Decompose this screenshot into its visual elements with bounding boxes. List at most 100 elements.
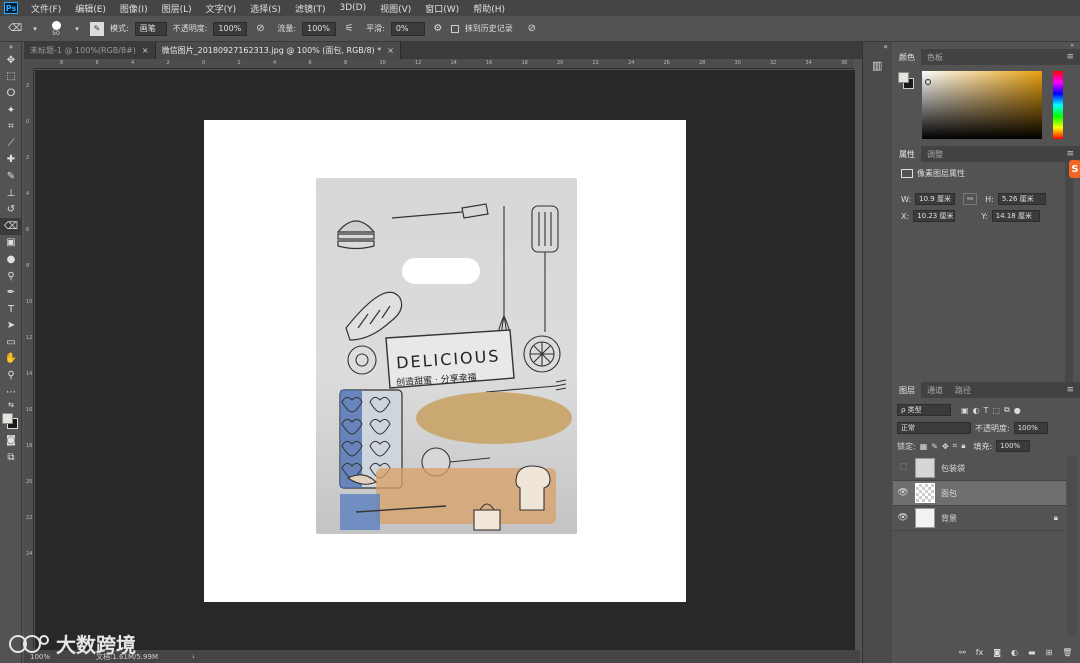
delete-layer-icon[interactable]: 🗑︎ (1062, 648, 1072, 657)
opacity-input[interactable]: 100% (213, 21, 248, 36)
link-layers-icon[interactable]: ⚯ (959, 648, 966, 657)
tab-color[interactable]: 颜色 (893, 49, 921, 65)
crop-tool-icon[interactable]: ⌗ (0, 118, 22, 135)
pressure-opacity-icon[interactable]: ⊘ (253, 22, 267, 36)
mode-select[interactable]: 画笔 (134, 21, 167, 36)
quick-mask-icon[interactable]: ◙ (0, 432, 22, 449)
gradient-tool-icon[interactable]: ▣ (0, 235, 22, 252)
smooth-input[interactable]: 0% (390, 21, 425, 36)
layer-name[interactable]: 背景 (941, 513, 957, 524)
lock-artboard-icon[interactable]: ⌗ (953, 441, 958, 451)
swap-colors-icon[interactable]: ⇆ (0, 400, 22, 410)
more-tools-icon[interactable]: ⋯ (0, 384, 22, 401)
move-tool-icon[interactable]: ✥ (0, 52, 22, 69)
layer-row-packaging[interactable]: 包装袋 (893, 456, 1066, 481)
lock-all-icon[interactable]: 🔒︎ (961, 441, 965, 451)
adjustment-layer-icon[interactable]: ◐ (1011, 648, 1018, 657)
close-icon[interactable]: × (142, 46, 149, 55)
lock-position-icon[interactable]: ✥ (942, 442, 949, 451)
foreground-color-swatch[interactable] (2, 413, 13, 425)
settings-gear-icon[interactable]: ⚙ (431, 22, 445, 36)
color-field[interactable] (922, 71, 1042, 139)
eyedropper-tool-icon[interactable]: ⟋ (0, 135, 22, 152)
tab-paths[interactable]: 路径 (949, 382, 977, 398)
marquee-tool-icon[interactable]: ⬚ (0, 69, 22, 86)
pen-tool-icon[interactable]: ✒ (0, 284, 22, 301)
libraries-icon[interactable]: ▥ (872, 59, 884, 73)
type-tool-icon[interactable]: T (0, 301, 22, 318)
clone-stamp-tool-icon[interactable]: ⊥ (0, 185, 22, 202)
layer-row-bread[interactable]: 👁︎ 面包 (893, 481, 1066, 506)
magic-wand-tool-icon[interactable]: ✦ (0, 102, 22, 119)
fx-icon[interactable]: fx (976, 648, 984, 657)
blend-mode-select[interactable]: 正常 (897, 422, 971, 434)
tab-properties[interactable]: 属性 (893, 146, 921, 162)
healing-brush-tool-icon[interactable]: ✚ (0, 152, 22, 169)
filter-smart-object-icon[interactable]: ⧉ (1004, 405, 1010, 415)
history-brush-tool-icon[interactable]: ↺ (0, 201, 22, 218)
menu-filter[interactable]: 滤镜(T) (288, 2, 333, 15)
panel-menu-icon[interactable]: ≡ (1066, 385, 1074, 395)
zoom-tool-icon[interactable]: ⚲ (0, 367, 22, 384)
hand-tool-icon[interactable]: ✋ (0, 351, 22, 368)
collapse-arrows-icon[interactable]: » (0, 42, 22, 52)
panel-color-swatches[interactable] (898, 72, 916, 92)
airbrush-icon[interactable]: ⚟ (342, 22, 356, 36)
properties-scrollbar[interactable] (1065, 162, 1073, 382)
lock-pixels-icon[interactable]: ✎ (931, 442, 938, 451)
path-selection-tool-icon[interactable]: ➤ (0, 318, 22, 335)
tab-adjustments[interactable]: 调整 (921, 146, 949, 162)
panel-menu-icon[interactable]: ≡ (1066, 52, 1074, 62)
filter-adjustment-icon[interactable]: ◐ (973, 406, 980, 415)
layer-opacity-field[interactable]: 100% (1013, 422, 1048, 434)
menu-layer[interactable]: 图层(L) (155, 2, 199, 15)
foreground-color-swatch[interactable] (898, 72, 909, 83)
layer-filter-select[interactable]: ρ 类型 (897, 404, 951, 416)
pressure-size-icon[interactable]: ⊘ (525, 22, 539, 36)
eye-icon[interactable]: 👁︎ (893, 488, 913, 498)
sogou-input-icon[interactable]: S (1069, 160, 1080, 178)
eye-icon[interactable]: 👁︎ (893, 513, 913, 523)
tab-wechat-image[interactable]: 微信图片_20180927162313.jpg @ 100% (面包, RGB/… (155, 42, 401, 59)
fill-field[interactable]: 100% (996, 440, 1031, 452)
y-field[interactable]: 14.18 厘米 (991, 210, 1040, 222)
tab-layers[interactable]: 图层 (893, 382, 921, 398)
new-layer-icon[interactable]: ⊞ (1046, 648, 1053, 657)
lasso-tool-icon[interactable]: ⵔ (0, 85, 22, 102)
lock-transparent-icon[interactable]: ▦ (920, 442, 928, 451)
color-picker-cursor[interactable] (925, 79, 931, 85)
bag-image-layer[interactable]: DELICIOUS 创造甜蜜 · 分享幸福 (316, 178, 577, 534)
eraser-tool-icon[interactable]: ⌫ (0, 217, 22, 235)
brush-preset-picker[interactable]: 50 (48, 20, 64, 37)
menu-view[interactable]: 视图(V) (373, 2, 418, 15)
status-arrow-icon[interactable]: › (192, 653, 195, 661)
filter-shape-icon[interactable]: ⬚ (992, 406, 1000, 415)
top-collapse-icon[interactable]: » (893, 42, 1080, 49)
layer-name[interactable]: 包装袋 (941, 463, 965, 474)
link-icon[interactable]: ⚯ (963, 193, 978, 205)
hue-slider[interactable] (1053, 71, 1063, 139)
flow-input[interactable]: 100% (302, 21, 337, 36)
tab-channels[interactable]: 通道 (921, 382, 949, 398)
screen-mode-icon[interactable]: ⧉ (0, 449, 22, 466)
menu-help[interactable]: 帮助(H) (466, 2, 512, 15)
add-mask-icon[interactable]: ◙ (993, 648, 1001, 657)
tab-untitled[interactable]: 未标题-1 @ 100%(RGB/8#) × (24, 42, 156, 59)
menu-edit[interactable]: 编辑(E) (68, 2, 113, 15)
collapse-arrows-icon[interactable]: « (863, 42, 892, 51)
tab-swatches[interactable]: 色板 (921, 49, 949, 65)
layer-row-background[interactable]: 👁︎ 背景 🔒︎ (893, 506, 1066, 531)
width-field[interactable]: 10.9 厘米 (915, 193, 956, 205)
menu-type[interactable]: 文字(Y) (199, 2, 244, 15)
color-swatches[interactable] (0, 410, 22, 432)
brush-panel-icon[interactable]: ✎ (90, 21, 104, 36)
blur-tool-icon[interactable]: ● (0, 251, 22, 268)
filter-toggle-icon[interactable]: ● (1014, 406, 1021, 415)
history-checkbox[interactable] (450, 24, 459, 33)
menu-file[interactable]: 文件(F) (24, 2, 68, 15)
filter-pixel-icon[interactable]: ▣ (961, 406, 969, 415)
dodge-tool-icon[interactable]: ⚲ (0, 268, 22, 285)
menu-3d[interactable]: 3D(D) (332, 3, 373, 13)
layer-name[interactable]: 面包 (941, 488, 957, 499)
x-field[interactable]: 10.23 厘米 (913, 210, 956, 222)
